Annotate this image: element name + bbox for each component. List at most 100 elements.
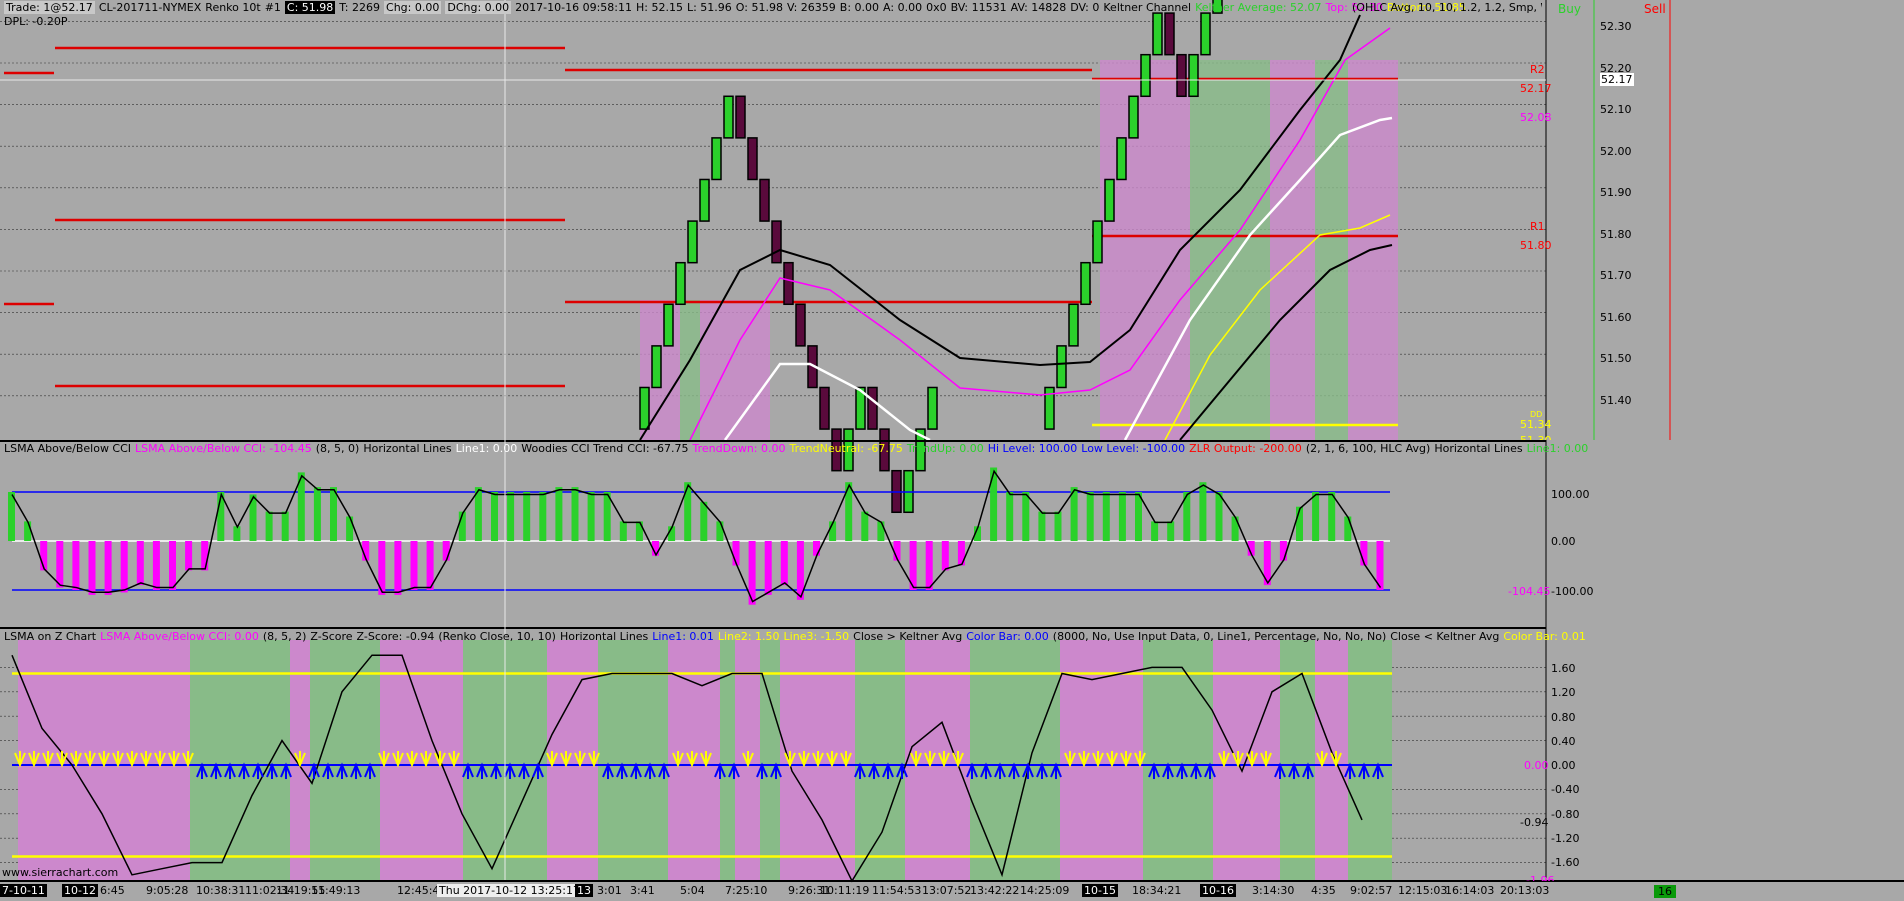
bottom-badge: 16 <box>1654 885 1676 898</box>
cci-histogram-bar <box>169 541 176 590</box>
sell-button[interactable]: Sell <box>1644 2 1666 16</box>
time-tick: 9:02:57 <box>1350 884 1393 897</box>
cci-histogram-bar <box>442 541 450 561</box>
renko-bar <box>1116 137 1127 181</box>
renko-bar <box>735 95 746 139</box>
time-tick: 3:14:30 <box>1252 884 1295 897</box>
time-tick: 5:04 <box>680 884 705 897</box>
cci-histogram-bar <box>1231 516 1239 541</box>
time-tick: 12:15:03 <box>1398 884 1448 897</box>
cci-histogram-bar <box>394 541 402 595</box>
renko-bar <box>1200 12 1211 56</box>
cci-histogram-bar <box>185 541 193 571</box>
time-tick: 10-15 <box>1082 884 1118 897</box>
renko-bar <box>723 95 734 139</box>
cci-histogram-bar <box>539 492 547 541</box>
z-tick: 0.00 <box>1551 759 1576 772</box>
cci-histogram-bar <box>1279 541 1287 561</box>
trade-label[interactable]: Trade: 1@52.17 <box>4 1 95 14</box>
z-tick: 1.20 <box>1551 686 1576 699</box>
z-score-tag: -0.94 <box>1520 816 1549 829</box>
time-tick: 10:38:31 <box>196 884 246 897</box>
hi-level: Hi Level: 100.00 <box>987 442 1078 455</box>
cci-histogram-bar <box>603 492 611 541</box>
cci-histogram-bar <box>410 541 418 590</box>
z-color-bar <box>598 640 668 880</box>
price-color-bar <box>1315 60 1348 440</box>
z-cut-tag: -1.96 <box>1526 874 1555 881</box>
cci-histogram-bar <box>72 541 80 590</box>
color-bar-backgrounds <box>640 60 1398 440</box>
cci-histogram-bar <box>1054 511 1062 541</box>
cci-histogram-bar <box>861 511 869 541</box>
z-tick: 0.40 <box>1551 735 1576 748</box>
last-price-tag: 52.17 <box>1600 73 1634 86</box>
price-tick: 51.80 <box>1600 228 1632 241</box>
renko-bar <box>783 261 794 306</box>
cci-current-tag: -104.45 <box>1508 585 1551 598</box>
renko-bar <box>747 137 758 181</box>
time-tick: 16:14:03 <box>1445 884 1495 897</box>
z-line1: Line1: 0.01 <box>652 630 714 643</box>
z-color-bar <box>190 640 290 880</box>
watermark: www.sierrachart.com <box>2 866 119 879</box>
cci-histogram-bar <box>24 521 32 541</box>
time-tick: 11:49:13 <box>311 884 361 897</box>
z-line2: Line2: 1.50 <box>717 630 780 643</box>
cci-histogram-bar <box>990 467 998 541</box>
renko-bar <box>1164 12 1175 56</box>
z-tick: -0.80 <box>1551 808 1580 821</box>
z-score-panel <box>11 640 1392 883</box>
trend-up: TrendUp: 0.00 <box>906 442 984 455</box>
renko-bar <box>759 178 770 222</box>
cci-histogram-bar <box>233 526 241 541</box>
time-tick: 10:11:19 <box>820 884 870 897</box>
trend-down: TrendDown: 0.00 <box>692 442 786 455</box>
price-color-bar <box>700 300 770 440</box>
cci-histogram-bar <box>1006 492 1014 541</box>
z-color-bar <box>1143 640 1213 880</box>
datetime-value: 2017-10-16 09:58:11 <box>515 1 632 14</box>
cci-histogram-bar <box>1086 492 1094 541</box>
cci-histogram-bar <box>1102 492 1110 541</box>
dd-value: 51.34 <box>1520 418 1552 431</box>
renko-bar <box>1056 345 1067 389</box>
volume-value: V: 26359 <box>786 1 836 14</box>
cci-histogram-bar <box>925 541 933 590</box>
renko-bar <box>819 386 830 430</box>
colorbar-above-value: Color Bar: 0.00 <box>966 630 1049 643</box>
price-tick: 51.70 <box>1600 269 1632 282</box>
cci-histogram-bar <box>1022 492 1030 541</box>
renko-bar <box>639 386 650 430</box>
cci-histogram-bar <box>1135 492 1142 541</box>
buy-button[interactable]: Buy <box>1558 2 1581 16</box>
time-tick: 13:07:52 <box>922 884 972 897</box>
cci-histogram-bar <box>1312 492 1320 541</box>
cci-histogram-bar <box>877 521 885 541</box>
ask-volume-value: AV: 14828 <box>1010 1 1067 14</box>
renko-bar <box>771 220 782 264</box>
bid-volume-value: BV: 11531 <box>950 1 1007 14</box>
cci-histogram-bar <box>555 487 563 541</box>
time-tick: 13:42:22 <box>970 884 1020 897</box>
cci-histogram-bar <box>426 541 434 590</box>
z-color-bar <box>310 640 380 880</box>
cci-histogram-bar <box>635 521 643 541</box>
price-tick: 52.00 <box>1600 145 1632 158</box>
time-tick: 3:01 <box>597 884 622 897</box>
price-tick: 52.30 <box>1600 20 1632 33</box>
renko-bar <box>1104 178 1115 222</box>
z-tick: -0.40 <box>1551 783 1580 796</box>
cci-histogram-bar <box>281 511 289 541</box>
renko-bar <box>675 261 686 306</box>
renko-bar <box>1152 12 1163 56</box>
dpl-label: DPL: -0.20P <box>4 15 68 28</box>
time-tick: 7:25:10 <box>725 884 768 897</box>
panel-separator <box>0 627 1546 629</box>
cci-histogram-bar <box>265 511 273 541</box>
r2-label: R2 <box>1530 63 1545 76</box>
cci-tick: 100.00 <box>1551 488 1590 501</box>
cci-histogram-bar <box>1328 492 1336 541</box>
cci-histogram-bar <box>813 541 820 556</box>
renko-bar <box>699 178 710 222</box>
